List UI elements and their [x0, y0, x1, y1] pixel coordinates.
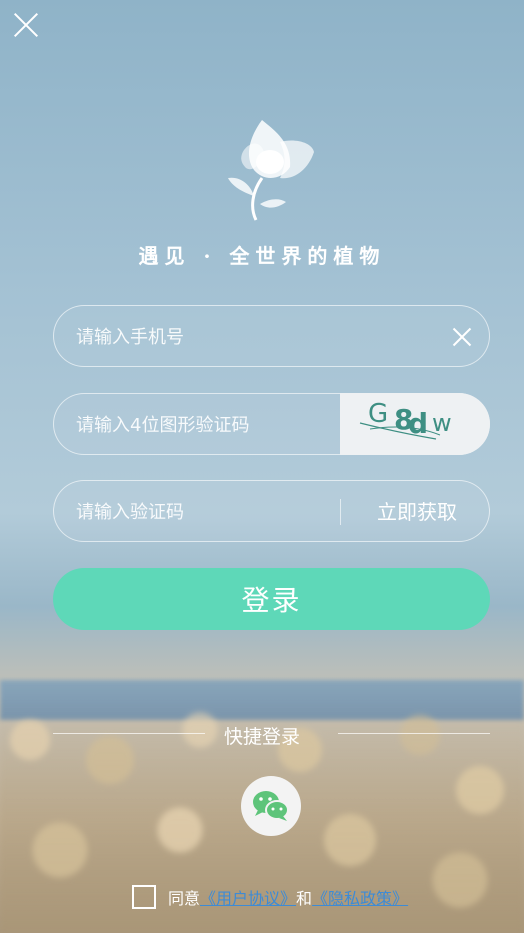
captcha-field: G 8 d w: [53, 393, 490, 456]
captcha-char: d: [408, 407, 429, 440]
quick-login-label: 快捷登录: [223, 726, 300, 748]
agree-connector: 和: [296, 889, 313, 908]
captcha-image[interactable]: G 8 d w: [340, 393, 490, 455]
sms-code-input[interactable]: [74, 481, 328, 543]
get-code-button[interactable]: 立即获取: [377, 481, 457, 543]
close-icon[interactable]: [12, 11, 40, 39]
captcha-char: w: [432, 409, 452, 437]
phone-input[interactable]: [74, 306, 438, 368]
captcha-input[interactable]: [74, 394, 338, 456]
divider-right: [338, 733, 490, 734]
agree-prefix: 同意: [168, 889, 201, 908]
user-agreement-link[interactable]: 《用户协议》: [200, 885, 296, 909]
agreement-row: 同意 《用户协议》 和 《隐私政策》: [132, 883, 408, 911]
agree-checkbox[interactable]: [132, 885, 156, 909]
wechat-login-button[interactable]: [241, 776, 301, 836]
phone-field: [53, 305, 490, 368]
wechat-icon: [253, 791, 289, 821]
captcha-char: G: [368, 399, 389, 429]
flower-logo: [228, 120, 314, 221]
login-button[interactable]: 登录: [53, 568, 490, 630]
divider: [340, 499, 341, 525]
slogan: 遇见 · 全世界的植物: [138, 244, 386, 268]
sms-field: 立即获取: [53, 480, 490, 543]
clear-icon[interactable]: [452, 327, 472, 347]
privacy-policy-link[interactable]: 《隐私政策》: [312, 885, 408, 909]
